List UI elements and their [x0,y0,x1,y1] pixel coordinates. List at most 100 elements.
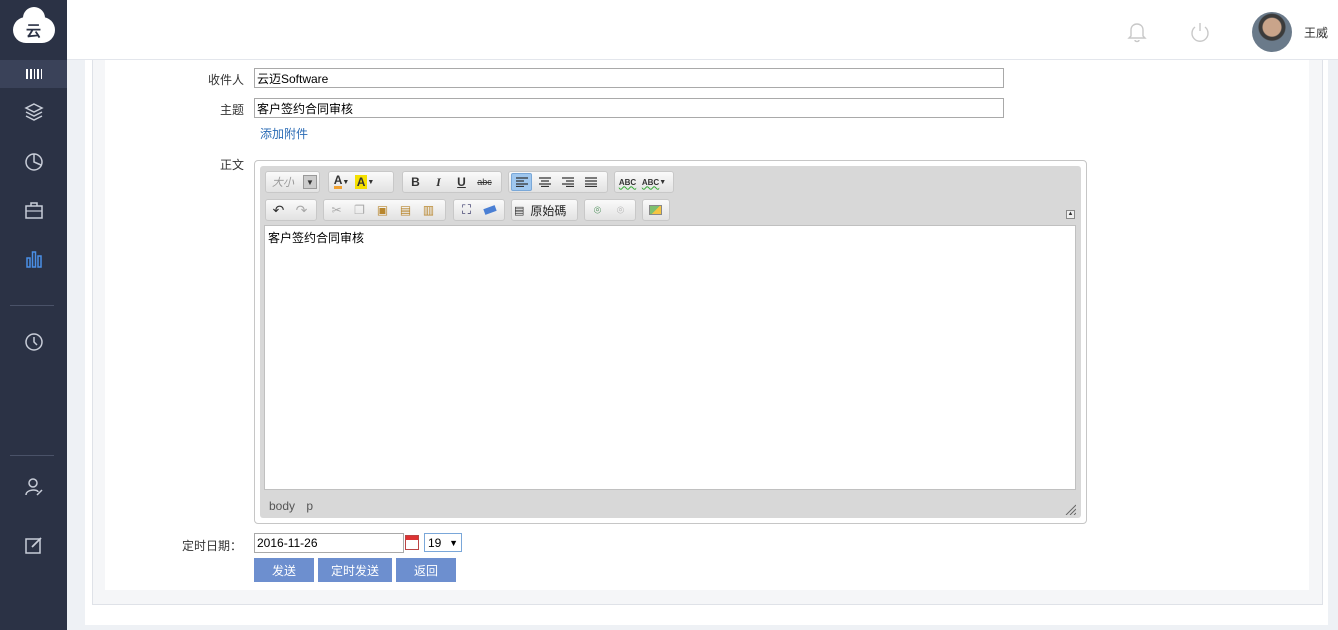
sidebar-item-briefcase[interactable] [0,195,67,225]
remove-format-button[interactable] [479,201,500,219]
sidebar-item-compose[interactable] [0,530,67,560]
link-group: ⌾ ⌾ [584,199,636,221]
undo-button[interactable]: ↶ [268,201,289,219]
link-icon: ⌾ [593,202,602,217]
power-icon [1191,23,1209,42]
select-group: ⛶ [453,199,505,221]
status-path-body[interactable]: body [269,499,295,513]
subject-label: 主题 [219,103,244,117]
sidebar: 云 [0,0,67,630]
source-icon: ▤ [514,204,525,217]
align-right-button[interactable] [557,173,578,191]
remove-link-button[interactable]: ⌾ [610,201,631,219]
status-path-p[interactable]: p [306,499,313,513]
align-right-icon [561,177,574,187]
underline-icon: U [457,175,466,189]
bold-button[interactable]: B [405,173,426,191]
notifications-button[interactable] [1125,20,1149,44]
justify-button[interactable] [580,173,601,191]
add-attachment-link[interactable]: 添加附件 [260,125,308,142]
eraser-icon [482,205,497,215]
barcode-menu-icon [25,69,42,79]
background-color-button[interactable]: A ▼ [354,173,375,191]
schedule-date-label: 定时日期： [181,539,242,553]
paste-word-button[interactable]: ▥ [418,201,439,219]
menu-toggle-button[interactable] [0,60,67,88]
spellcheck-options-button[interactable]: ABC ▼ [640,173,668,191]
sidebar-item-pie[interactable] [0,147,67,177]
color-group: A ▼ A ▼ [328,171,394,193]
dropdown-arrow-icon: ▼ [303,175,317,189]
paste-text-button[interactable]: ▤ [395,201,416,219]
schedule-date-input[interactable] [254,533,404,553]
subject-input[interactable] [254,98,1004,118]
sidebar-item-history[interactable] [0,327,67,357]
font-size-select[interactable]: 大小 ▼ [265,171,320,193]
select-all-button[interactable]: ⛶ [456,201,477,219]
logout-button[interactable] [1188,20,1212,44]
redo-icon: ↷ [295,201,308,218]
text-color-button[interactable]: A ▼ [331,173,352,191]
recipient-label: 收件人 [207,73,244,87]
clipboard-group: ✂ ❐ ▣ ▤ ▥ [323,199,446,221]
format-group: B I U abc [402,171,502,193]
text-color-icon: A [333,173,343,189]
select-all-icon: ⛶ [461,202,472,217]
send-button[interactable]: 发送 [254,558,314,582]
editor-content[interactable]: 客户签约合同审核 [264,225,1076,490]
strikethrough-icon: abc [477,177,492,187]
sidebar-item-profile[interactable] [0,472,67,502]
insert-image-button[interactable] [645,201,666,219]
font-size-placeholder: 大小 [272,177,294,189]
scrollbar[interactable] [1328,60,1338,630]
top-bar: 王威 [67,0,1338,60]
spellcheck-icon: ABC [618,177,637,187]
italic-icon: I [436,174,441,189]
align-left-button[interactable] [511,173,532,191]
hour-select[interactable]: 19 ▼ [424,533,462,552]
align-center-button[interactable] [534,173,555,191]
spellcheck-group: ABC ABC ▼ [614,171,674,193]
source-button[interactable]: ▤ 原始碼 [511,199,578,221]
sidebar-item-stats[interactable] [0,244,67,274]
paste-button[interactable]: ▣ [372,201,393,219]
italic-button[interactable]: I [428,173,449,191]
recipient-input[interactable] [254,68,1004,88]
clock-icon [24,333,43,351]
copy-icon: ❐ [354,203,365,217]
scissors-icon: ✂ [331,203,342,217]
align-center-icon [538,177,551,187]
chevron-down-icon: ▼ [449,537,458,548]
editor-status-bar: body p [269,499,321,513]
sidebar-item-layers[interactable] [0,97,67,127]
spellcheck-dropdown-icon: ABC [641,177,660,187]
copy-button[interactable]: ❐ [349,201,370,219]
collapse-toolbar-button[interactable]: ▲ [1066,210,1075,219]
back-button[interactable]: 返回 [396,558,456,582]
insert-link-button[interactable]: ⌾ [587,201,608,219]
spellcheck-button[interactable]: ABC [617,173,638,191]
user-edit-icon [24,478,43,496]
paste-text-icon: ▤ [399,203,412,217]
resize-grip-icon[interactable] [1064,503,1076,515]
underline-button[interactable]: U [451,173,472,191]
cut-button[interactable]: ✂ [326,201,347,219]
logo-text: 云 [25,22,41,40]
align-left-icon [515,177,528,187]
redo-button[interactable]: ↷ [291,201,312,219]
briefcase-icon [24,202,43,219]
align-group [508,171,608,193]
scheduled-send-button[interactable]: 定时发送 [318,558,392,582]
body-label: 正文 [219,158,244,172]
cloud-logo-icon: 云 [12,7,55,43]
strikethrough-button[interactable]: abc [474,173,495,191]
image-icon [649,205,662,215]
avatar[interactable] [1252,12,1292,52]
username[interactable]: 王威 [1304,24,1328,41]
undo-icon: ↶ [272,201,285,218]
calendar-icon[interactable] [405,535,419,550]
layers-icon [23,103,44,121]
app-logo[interactable]: 云 [0,0,67,60]
history-group: ↶ ↷ [265,199,317,221]
justify-icon [584,177,597,187]
